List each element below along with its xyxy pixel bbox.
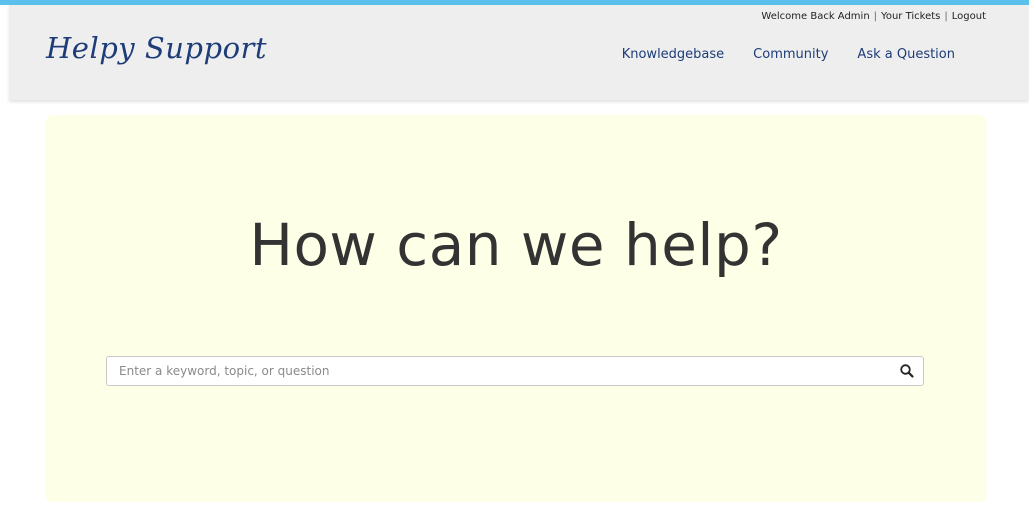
your-tickets-link[interactable]: Your Tickets (881, 11, 940, 22)
logout-link[interactable]: Logout (952, 11, 986, 22)
hero-title: How can we help? (249, 211, 783, 279)
site-logo[interactable]: Helpy Support (46, 31, 267, 65)
search-box (106, 356, 924, 386)
site-header: Helpy Support Welcome Back Admin | Your Ti… (9, 5, 1029, 100)
search-icon[interactable] (899, 363, 915, 379)
separator: | (873, 11, 878, 22)
nav-item-ask-a-question[interactable]: Ask a Question (857, 47, 955, 62)
nav-item-community[interactable]: Community (753, 47, 828, 62)
hero-panel: How can we help? (46, 115, 986, 502)
separator: | (944, 11, 948, 22)
welcome-text: Welcome Back Admin (761, 11, 870, 22)
user-bar: Welcome Back Admin | Your Tickets | Logout (761, 11, 986, 22)
search-input[interactable] (107, 357, 887, 385)
nav-item-knowledgebase[interactable]: Knowledgebase (622, 47, 724, 62)
main-nav: Knowledgebase Community Ask a Question (622, 47, 955, 62)
